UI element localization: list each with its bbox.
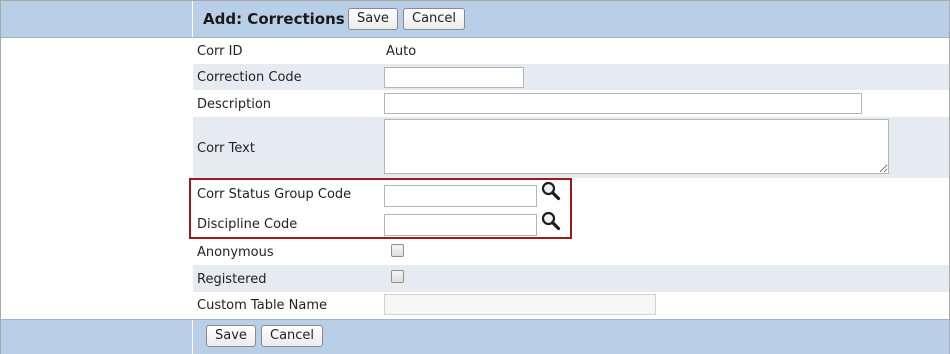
header-divider — [192, 1, 193, 37]
corr-status-group-code-input[interactable] — [384, 185, 537, 207]
left-spacer — [1, 38, 192, 319]
custom-table-name-input — [384, 294, 656, 315]
corr-id-value: Auto — [386, 44, 417, 59]
corr-id-label: Corr ID — [197, 44, 243, 59]
registered-checkbox[interactable] — [391, 270, 404, 283]
search-icon[interactable] — [540, 210, 562, 232]
row-corr-status-group-code: Corr Status Group Code — [193, 178, 949, 209]
save-button[interactable]: Save — [348, 8, 398, 30]
corr-text-label: Corr Text — [197, 141, 255, 156]
footer-bar: Save Cancel — [1, 319, 949, 354]
discipline-code-input[interactable] — [384, 214, 537, 236]
description-label: Description — [197, 97, 272, 112]
cancel-button[interactable]: Cancel — [403, 8, 466, 30]
row-discipline-code: Discipline Code — [193, 209, 949, 239]
row-correction-code: Correction Code — [193, 64, 949, 90]
footer-save-button[interactable]: Save — [206, 325, 256, 347]
custom-table-name-label: Custom Table Name — [197, 298, 328, 313]
corr-status-group-code-label: Corr Status Group Code — [197, 187, 352, 202]
search-icon[interactable] — [540, 180, 562, 202]
row-description: Description — [193, 90, 949, 117]
header-bar: Add: Corrections Save Cancel — [1, 1, 949, 38]
correction-code-input[interactable] — [384, 67, 524, 88]
anonymous-label: Anonymous — [197, 245, 274, 260]
corr-text-textarea[interactable] — [384, 119, 889, 174]
corrections-form: Add: Corrections Save Cancel Corr ID Aut… — [0, 0, 950, 354]
footer-divider — [192, 320, 193, 354]
row-custom-table-name: Custom Table Name — [193, 292, 949, 319]
row-anonymous: Anonymous — [193, 239, 949, 265]
discipline-code-label: Discipline Code — [197, 217, 298, 232]
page-title: Add: Corrections — [203, 10, 345, 28]
registered-label: Registered — [197, 272, 267, 287]
row-corr-id: Corr ID Auto — [193, 38, 949, 64]
footer-cancel-button[interactable]: Cancel — [261, 325, 324, 347]
correction-code-label: Correction Code — [197, 70, 302, 85]
row-corr-text: Corr Text — [193, 117, 949, 178]
anonymous-checkbox[interactable] — [391, 244, 404, 257]
description-input[interactable] — [384, 93, 862, 114]
row-registered: Registered — [193, 265, 949, 292]
